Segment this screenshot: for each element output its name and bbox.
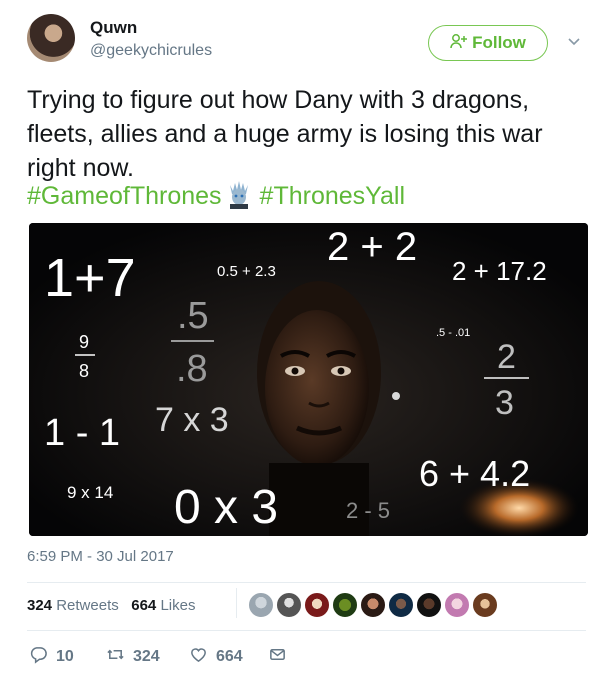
reply-count: 10 [56,648,74,665]
follow-button[interactable]: Follow [428,25,548,61]
like-button[interactable]: 664 [189,645,243,669]
equation: .5 - .01 [436,327,470,339]
equation: 7 x 3 [155,401,229,439]
liker-avatar[interactable] [388,592,414,618]
equation: 2 [497,338,516,376]
divider [27,582,586,583]
equation: 2 + 2 [327,225,417,269]
retweets-stat[interactable]: 324 Retweets [27,597,119,614]
liker-avatar[interactable] [304,592,330,618]
author-avatar[interactable] [27,14,75,62]
divider [27,630,586,631]
liker-avatar[interactable] [416,592,442,618]
equation: 0.5 + 2.3 [217,263,276,280]
hashtag-row: #GameofThrones #ThronesYall [27,179,405,213]
equation: 2 - 5 [346,498,390,523]
direct-message-button[interactable] [268,645,287,669]
equation: 1 - 1 [44,412,120,454]
likes-count: 664 [131,597,157,614]
tweet-image[interactable]: 1+7 0.5 + 2.3 2 + 2 2 + 17.2 .5 .8 9 8 .… [29,223,588,536]
author-display-name[interactable]: Quwn [90,18,137,38]
reply-button[interactable]: 10 [29,645,74,669]
liker-avatar[interactable] [360,592,386,618]
likes-stat[interactable]: 664 Likes [131,597,195,614]
night-king-icon [224,179,254,209]
equation: .8 [176,348,208,390]
envelope-icon [268,645,287,669]
equation: 0 x 3 [174,481,278,534]
hashtag-link[interactable]: #GameofThrones [27,182,222,210]
retweets-count: 324 [27,597,53,614]
like-count: 664 [216,648,243,665]
tweet-timestamp[interactable]: 6:59 PM - 30 Jul 2017 [27,548,174,565]
tweet-text: Trying to figure out how Dany with 3 dra… [27,86,543,182]
follow-label: Follow [472,33,526,52]
heart-icon [189,645,208,669]
stats-separator [236,588,237,618]
reply-icon [29,645,48,669]
equation: 8 [79,361,89,381]
retweet-count: 324 [133,648,160,665]
retweet-icon [106,645,125,669]
equation: .5 [177,295,209,337]
retweets-label: Retweets [56,597,119,614]
author-handle[interactable]: @geekychicrules [90,42,212,60]
liker-avatar[interactable] [248,592,274,618]
liker-avatar[interactable] [332,592,358,618]
equation: 6 + 4.2 [419,453,530,494]
liker-avatar[interactable] [472,592,498,618]
retweet-button[interactable]: 324 [106,645,160,669]
chevron-down-icon[interactable] [566,33,582,49]
hashtag-link[interactable]: #ThronesYall [260,182,405,210]
tweet-stats: 324 Retweets 664 Likes [27,597,195,614]
equation: 1+7 [44,248,136,308]
equation: 9 [79,332,89,352]
equation: 2 + 17.2 [452,256,547,286]
equation: 3 [495,384,514,422]
liker-avatar[interactable] [444,592,470,618]
equation: 9 x 14 [67,483,113,502]
add-user-icon [450,33,468,53]
likes-label: Likes [160,597,196,614]
liker-avatar[interactable] [276,592,302,618]
